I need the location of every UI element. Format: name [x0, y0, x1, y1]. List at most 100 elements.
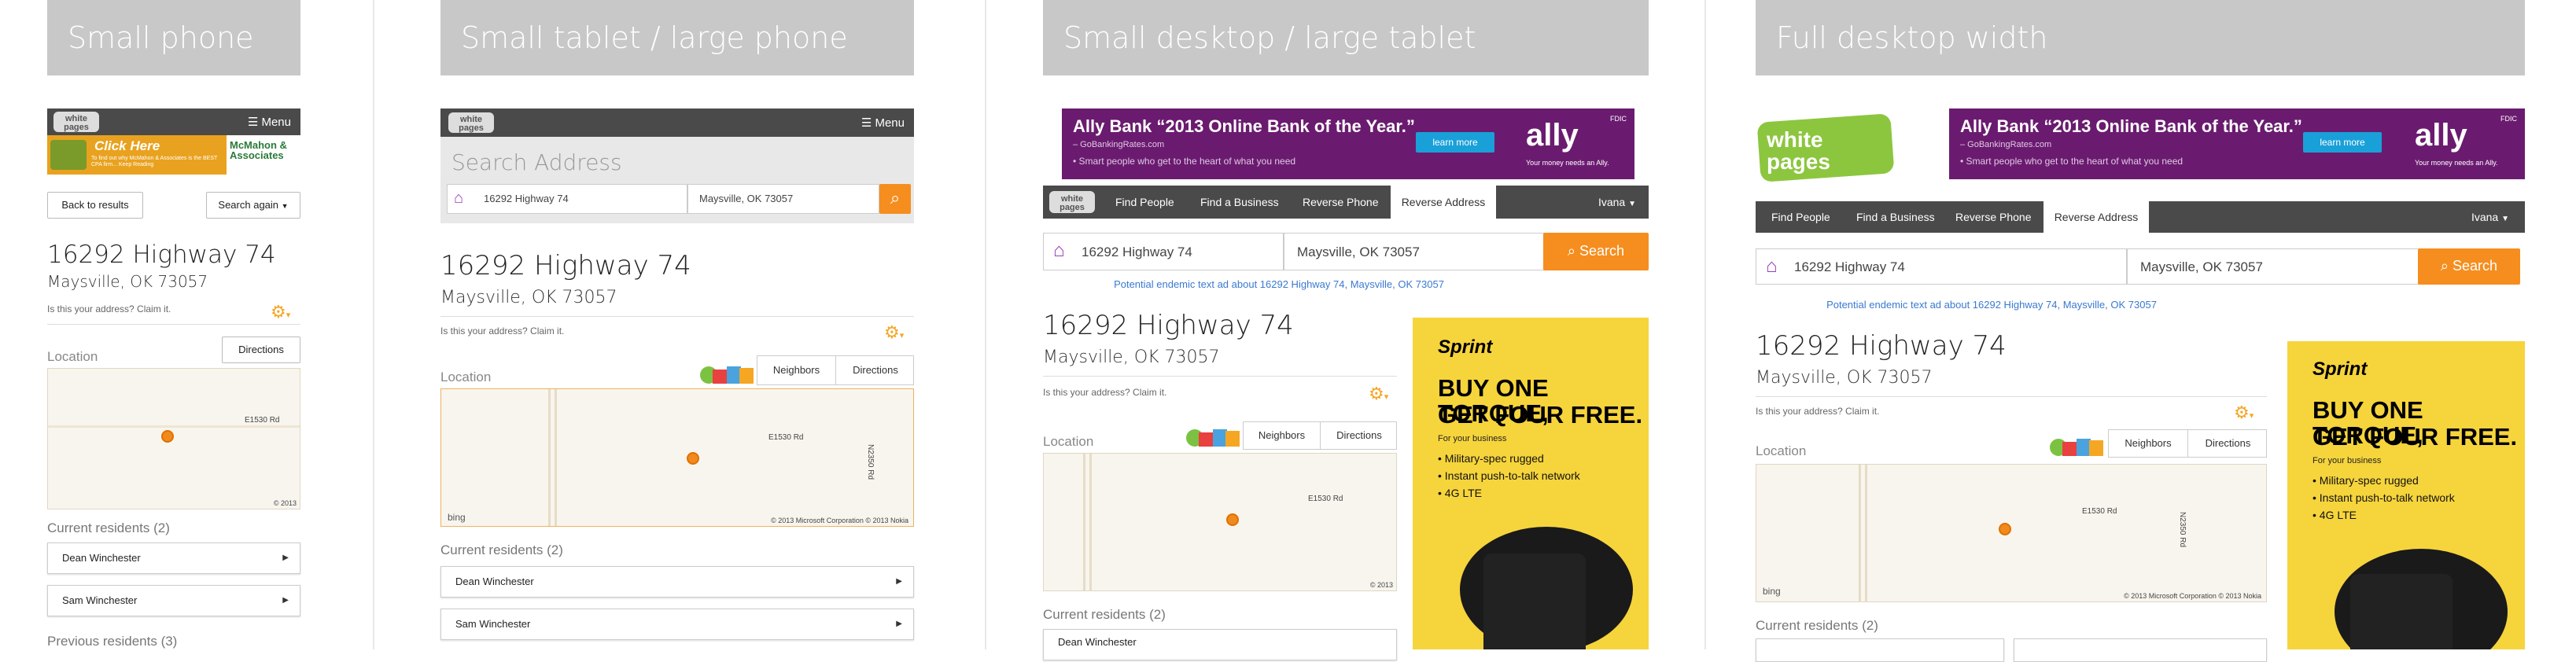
claim-link[interactable]: Is this your address? Claim it.: [47, 303, 171, 314]
nav-find-business[interactable]: Find a Business: [1856, 211, 1935, 223]
directions-tab[interactable]: Directions: [836, 356, 915, 384]
learn-more-button[interactable]: learn more: [2303, 132, 2382, 153]
endemic-text-ad[interactable]: Potential endemic text ad about 16292 Hi…: [1043, 278, 1515, 290]
map[interactable]: E1530 Rd N2350 Rd bing © 2013 Microsoft …: [440, 388, 914, 527]
divider-line: [1043, 376, 1397, 377]
claim-link[interactable]: Is this your address? Claim it.: [440, 325, 564, 337]
divider: [985, 0, 986, 649]
ally-ad[interactable]: Ally Bank “2013 Online Bank of the Year.…: [1949, 108, 2525, 179]
nav-reverse-phone[interactable]: Reverse Phone: [1955, 211, 2032, 223]
ad-tagline: • Smart people who get to the heart of w…: [1073, 156, 1296, 167]
learn-more-button[interactable]: learn more: [1416, 132, 1494, 153]
resident-row[interactable]: [2014, 638, 2267, 662]
menu-button[interactable]: ☰ Menu: [248, 115, 291, 129]
resident-row[interactable]: Sam Winchester ▶: [440, 609, 914, 640]
user-menu[interactable]: Ivana ▼: [2471, 211, 2509, 223]
search-heading: Search Address: [451, 149, 622, 175]
location-marker[interactable]: [161, 430, 174, 443]
street-value: 16292 Highway 74: [1794, 259, 1905, 274]
city-input[interactable]: Maysville, OK 73057: [1284, 233, 1545, 270]
phone-image: [1483, 554, 1586, 649]
back-button[interactable]: Back to results: [47, 192, 143, 219]
street-input[interactable]: ⌂ 16292 Highway 74: [1043, 233, 1284, 270]
nav-find-business[interactable]: Find a Business: [1200, 196, 1279, 208]
ad-image: [50, 140, 87, 170]
resident-row[interactable]: Dean Winchester ▶: [440, 566, 914, 598]
address-line1: 16292 Highway 74: [1756, 330, 2007, 362]
resident-row[interactable]: Sam Winchester ▶: [47, 585, 300, 616]
ad-bullet: • Instant push-to-talk network: [2313, 491, 2455, 504]
neighbors-tab[interactable]: Neighbors: [2109, 430, 2188, 457]
nav-reverse-address[interactable]: Reverse Address: [2043, 201, 2149, 233]
map-copyright: © 2013 Microsoft Corporation © 2013 Noki…: [771, 517, 908, 524]
gear-icon[interactable]: ⚙▾: [884, 324, 904, 341]
divider-line: [47, 324, 300, 325]
claim-link[interactable]: Is this your address? Claim it.: [1756, 406, 1879, 417]
neighbors-tab[interactable]: Neighbors: [1244, 422, 1321, 449]
frame-header: Full desktop width: [1756, 0, 2525, 75]
menu-button[interactable]: ☰ Menu: [861, 116, 905, 130]
map[interactable]: E1530 Rd © 2013: [47, 368, 300, 509]
fdic-badge: FDIC: [1610, 115, 1627, 123]
directions-tab[interactable]: Directions: [2188, 430, 2268, 457]
resident-row[interactable]: Dean Winchester: [1043, 629, 1397, 660]
location-marker[interactable]: [1999, 523, 2011, 535]
ad-headline: Ally Bank “2013 Online Bank of the Year.…: [1073, 116, 1415, 136]
menu-label: Menu: [261, 116, 291, 129]
logo[interactable]: white pages: [1756, 113, 1895, 182]
search-icon: ⌕: [1567, 243, 1576, 259]
sprint-ad[interactable]: Sprint BUY ONE TORQUE, GET FOUR FREE. Fo…: [2287, 341, 2525, 649]
location-marker[interactable]: [1226, 513, 1239, 526]
user-menu[interactable]: Ivana ▼: [1598, 196, 1636, 208]
nav-reverse-phone[interactable]: Reverse Phone: [1303, 196, 1379, 208]
city-input[interactable]: Maysville, OK 73057: [687, 184, 879, 214]
map[interactable]: E1530 Rd N2350 Rd bing © 2013 Microsoft …: [1756, 464, 2267, 602]
ad-bullet: • 4G LTE: [1438, 487, 1482, 499]
gear-icon[interactable]: ⚙▾: [1369, 385, 1388, 403]
map-road-label-vertical: N2350 Rd: [2178, 512, 2187, 548]
directions-tab[interactable]: Directions: [1321, 422, 1398, 449]
search-button[interactable]: ⌕ Search: [1543, 233, 1649, 270]
location-marker[interactable]: [687, 452, 699, 465]
map[interactable]: E1530 Rd © 2013: [1043, 453, 1397, 591]
frame-header: Small phone: [47, 0, 300, 75]
logo[interactable]: white pages: [1049, 191, 1095, 213]
city-value: Maysville, OK 73057: [2140, 259, 2263, 274]
user-name: Ivana: [2471, 211, 2499, 223]
city-input[interactable]: Maysville, OK 73057: [2127, 248, 2419, 285]
map-road: [1859, 465, 1861, 601]
endemic-text-ad[interactable]: Potential endemic text ad about 16292 Hi…: [1756, 299, 2228, 311]
directions-button[interactable]: Directions: [222, 337, 300, 363]
nav-reverse-address[interactable]: Reverse Address: [1391, 186, 1496, 219]
nav-find-people[interactable]: Find People: [1771, 211, 1830, 223]
gear-icon[interactable]: ⚙▾: [271, 303, 290, 321]
ad-bullets: • Military-spec rugged • Instant push-to…: [1438, 450, 1580, 502]
street-input[interactable]: ⌂ 16292 Highway 74: [1756, 248, 2127, 285]
gear-icon[interactable]: ⚙▾: [2234, 404, 2254, 421]
map-road-label: E1530 Rd: [245, 416, 280, 425]
search-label: Search: [2453, 258, 2498, 274]
resident-row[interactable]: Dean Winchester ▶: [47, 542, 300, 574]
search-again-button[interactable]: Search again ▼: [206, 192, 300, 219]
street-input[interactable]: ⌂ 16292 Highway 74: [447, 184, 687, 214]
ally-ad[interactable]: Ally Bank “2013 Online Bank of the Year.…: [1062, 108, 1634, 179]
location-label: Location: [47, 349, 98, 364]
neighbors-tab[interactable]: Neighbors: [757, 356, 836, 384]
search-panel: Search Address ⌂ 16292 Highway 74 Maysvi…: [440, 137, 914, 223]
sprint-logo: Sprint: [2313, 359, 2368, 380]
search-icon[interactable]: ⌕: [879, 184, 911, 214]
neighborhood-icon: [2050, 428, 2105, 461]
map-road-label: E1530 Rd: [768, 433, 804, 442]
nav-find-people[interactable]: Find People: [1115, 196, 1174, 208]
phone-ad[interactable]: Click Here To find out why McMahon & Ass…: [47, 135, 300, 175]
sprint-ad[interactable]: Sprint BUY ONE TORQUE, GET FOUR FREE. Fo…: [1413, 318, 1649, 649]
ad-slogan: Your money needs an Ally.: [1526, 159, 1609, 167]
resident-row[interactable]: [1756, 638, 2004, 662]
logo[interactable]: white pages: [53, 112, 99, 132]
logo[interactable]: white pages: [448, 112, 494, 133]
search-icon: ⌕: [2440, 258, 2449, 274]
search-label: Search: [1579, 243, 1625, 259]
search-button[interactable]: ⌕ Search: [2418, 248, 2520, 285]
ad-subtitle: For your business: [2313, 456, 2382, 465]
claim-link[interactable]: Is this your address? Claim it.: [1043, 387, 1166, 398]
